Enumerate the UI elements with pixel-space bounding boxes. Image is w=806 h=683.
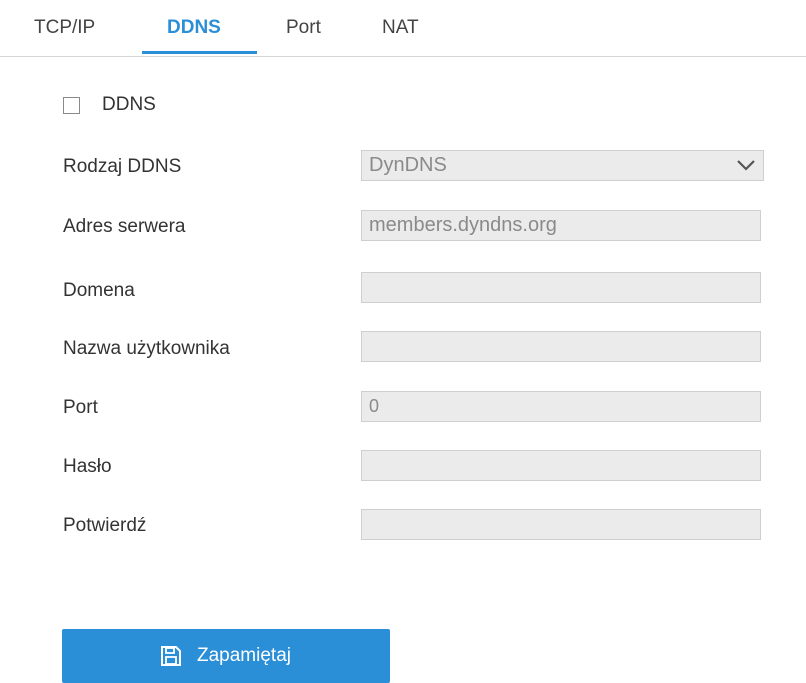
tab-nat[interactable]: NAT bbox=[382, 17, 419, 39]
tab-bar: TCP/IP DDNS Port NAT bbox=[0, 0, 806, 57]
ddns-type-label: Rodzaj DDNS bbox=[63, 156, 182, 177]
username-field[interactable] bbox=[361, 331, 761, 362]
save-button[interactable]: Zapamiętaj bbox=[62, 629, 390, 683]
confirm-password-field[interactable] bbox=[361, 509, 761, 540]
save-button-label: Zapamiętaj bbox=[197, 645, 291, 666]
ddns-type-value: DynDNS bbox=[369, 154, 447, 176]
ddns-enable-row: DDNS bbox=[63, 92, 156, 118]
domain-label: Domena bbox=[63, 280, 135, 301]
ddns-enable-checkbox[interactable] bbox=[63, 96, 80, 114]
ddns-type-select[interactable]: DynDNS bbox=[361, 150, 764, 181]
server-address-label: Adres serwera bbox=[63, 216, 186, 237]
tab-tcpip[interactable]: TCP/IP bbox=[34, 17, 95, 39]
password-label: Hasło bbox=[63, 456, 112, 477]
port-label: Port bbox=[63, 397, 98, 418]
server-address-field[interactable]: members.dyndns.org bbox=[361, 210, 761, 241]
username-label: Nazwa użytkownika bbox=[63, 338, 230, 359]
domain-field[interactable] bbox=[361, 272, 761, 303]
active-tab-indicator bbox=[142, 51, 257, 54]
tab-ddns[interactable]: DDNS bbox=[167, 17, 221, 39]
password-field[interactable] bbox=[361, 450, 761, 481]
confirm-password-label: Potwierdź bbox=[63, 515, 147, 536]
tab-port[interactable]: Port bbox=[286, 17, 321, 39]
ddns-enable-label: DDNS bbox=[102, 94, 156, 115]
save-icon bbox=[161, 646, 181, 666]
port-field[interactable]: 0 bbox=[361, 391, 761, 422]
chevron-down-icon bbox=[737, 160, 755, 171]
